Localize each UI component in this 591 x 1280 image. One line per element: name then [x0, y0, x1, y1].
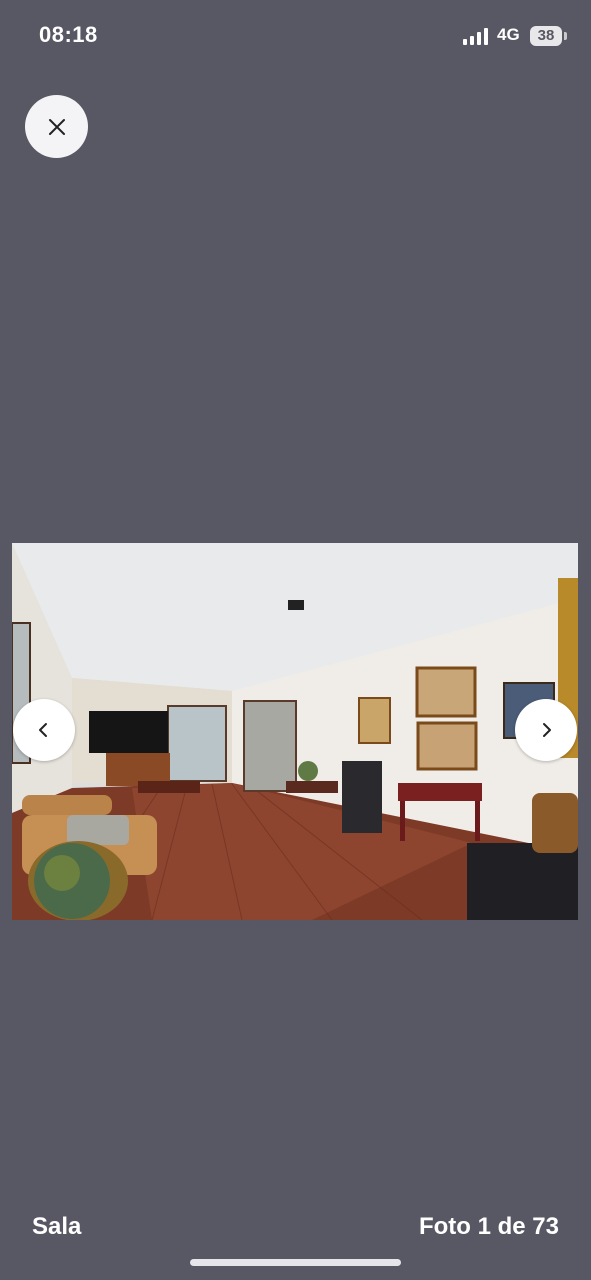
- gallery-photo[interactable]: [12, 543, 578, 920]
- battery-tip: [564, 32, 567, 40]
- photo-counter: Foto 1 de 73: [418, 1213, 559, 1240]
- network-type: 4G: [497, 25, 520, 44]
- status-bar: 08:18 4G 38: [0, 0, 591, 72]
- previous-photo-button[interactable]: [13, 699, 75, 761]
- living-room-image: [12, 543, 578, 920]
- chevron-right-icon: [543, 723, 551, 737]
- next-photo-button[interactable]: [515, 699, 577, 761]
- status-time: 08:18: [39, 22, 98, 47]
- close-button[interactable]: [25, 95, 88, 158]
- signal-icon: [463, 27, 491, 45]
- battery-icon: 38: [530, 26, 562, 46]
- chevron-left-icon: [39, 723, 47, 737]
- photo-caption: Sala: [32, 1213, 82, 1240]
- close-icon: [48, 118, 65, 135]
- home-indicator[interactable]: [190, 1259, 401, 1266]
